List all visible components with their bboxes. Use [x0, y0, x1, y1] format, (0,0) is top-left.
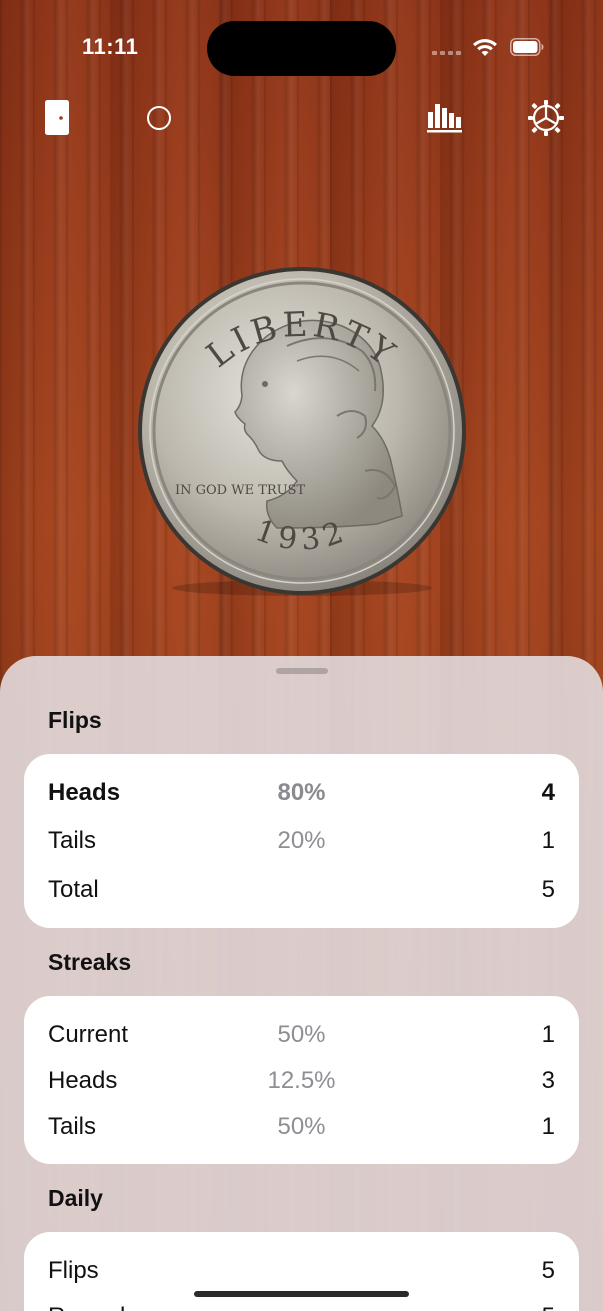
daily-card: Flips 5 Record 5	[24, 1232, 579, 1311]
row-percent: 12.5%	[267, 1067, 336, 1094]
coin[interactable]: LIBERTY IN GOD WE TRUST 1932	[137, 266, 467, 596]
wifi-icon	[472, 36, 498, 58]
flips-heads-row: Heads 80% 4	[24, 773, 579, 813]
exit-button[interactable]	[37, 98, 77, 138]
sheet-grabber[interactable]	[276, 668, 328, 674]
row-percent: 50%	[277, 1113, 326, 1140]
cellular-signal-icon	[432, 51, 461, 55]
daily-section-title: Daily	[48, 1185, 103, 1211]
flips-section-title: Flips	[48, 707, 102, 733]
streaks-section-title: Streaks	[48, 949, 132, 975]
row-label: Record	[48, 1303, 125, 1311]
row-percent: 80%	[277, 779, 326, 806]
row-percent: 20%	[277, 827, 326, 854]
row-count: 5	[541, 1257, 555, 1284]
row-percent: 50%	[277, 1021, 326, 1048]
row-count: 4	[541, 779, 555, 806]
bar-chart-icon	[427, 104, 462, 133]
home-indicator[interactable]	[194, 1291, 409, 1297]
streaks-heads-row: Heads 12.5% 3	[24, 1061, 579, 1101]
row-count: 5	[541, 876, 555, 903]
gear-icon	[528, 100, 564, 136]
daily-record-row: Record 5	[24, 1297, 579, 1311]
row-label: Flips	[48, 1257, 99, 1284]
battery-icon	[510, 38, 544, 56]
quarter-coin-image: LIBERTY IN GOD WE TRUST 1932	[138, 267, 466, 596]
streaks-tails-row: Tails 50% 1	[24, 1107, 579, 1147]
flips-tails-row: Tails 20% 1	[24, 821, 579, 861]
daily-flips-row: Flips 5	[24, 1251, 579, 1291]
row-label: Total	[48, 876, 99, 903]
flips-card: Heads 80% 4 Tails 20% 1 Total 5	[24, 754, 579, 928]
row-count: 5	[542, 1303, 555, 1311]
row-count: 1	[541, 1021, 555, 1048]
statistics-sheet[interactable]: Flips Heads 80% 4 Tails 20% 1 Total 5 St…	[0, 656, 603, 1311]
coin-motto: IN GOD WE TRUST	[175, 483, 306, 498]
circle-button[interactable]	[139, 98, 179, 138]
door-icon	[45, 100, 69, 135]
status-time: 11:11	[82, 34, 139, 59]
row-count: 1	[541, 827, 555, 854]
flips-total-row: Total 5	[24, 870, 579, 910]
streaks-current-row: Current 50% 1	[24, 1015, 579, 1055]
statistics-button[interactable]	[424, 98, 464, 138]
settings-button[interactable]	[526, 98, 566, 138]
dynamic-island	[207, 21, 396, 76]
row-count: 3	[541, 1067, 555, 1094]
streaks-card: Current 50% 1 Heads 12.5% 3 Tails 50% 1	[24, 996, 579, 1164]
row-count: 1	[541, 1113, 555, 1140]
circle-icon	[147, 106, 171, 130]
